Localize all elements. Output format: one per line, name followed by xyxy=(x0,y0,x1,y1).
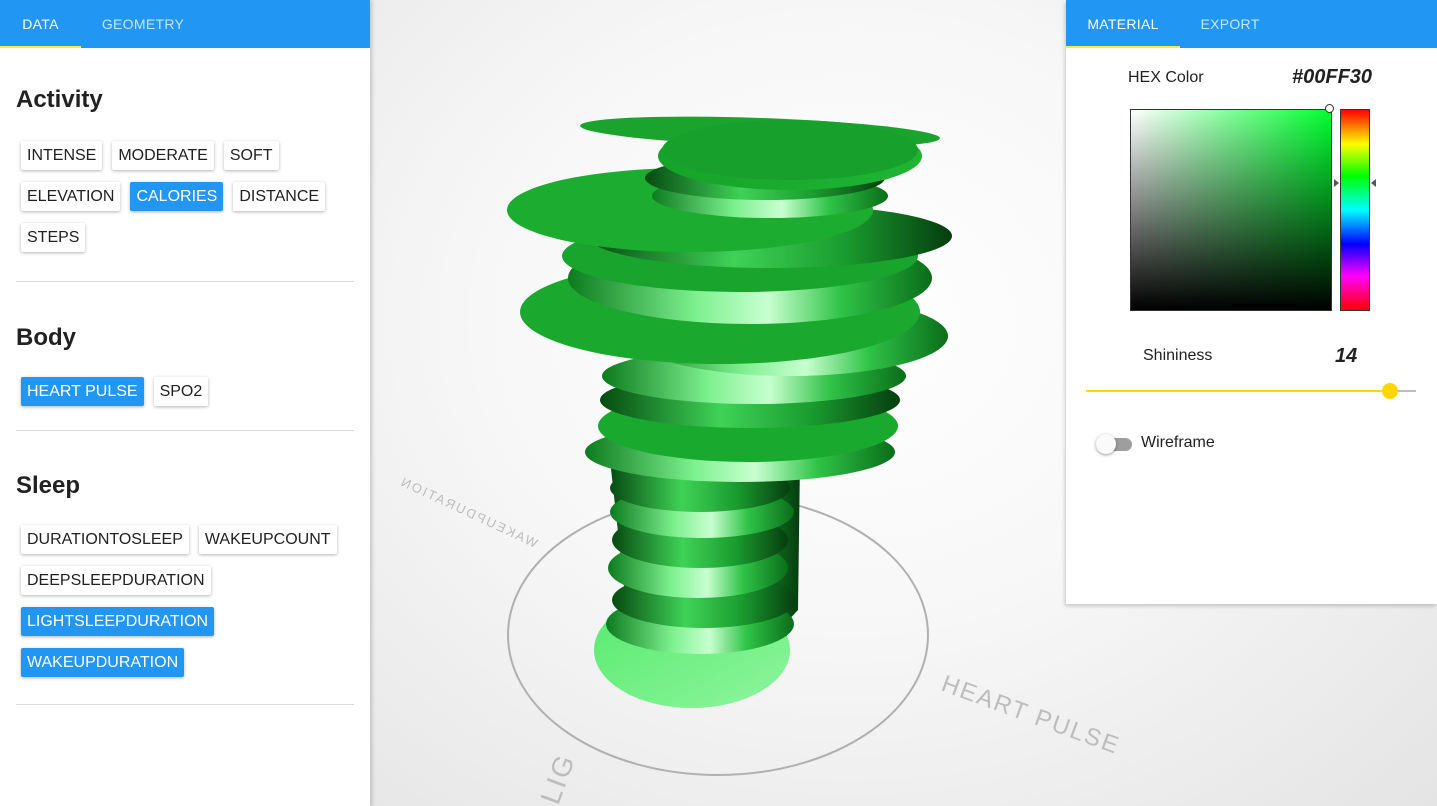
tab-material[interactable]: MATERIAL xyxy=(1066,0,1180,48)
chip-wakeupduration[interactable]: WAKEUPDURATION xyxy=(21,648,185,677)
wireframe-toggle-knob xyxy=(1096,434,1116,454)
model-disc xyxy=(662,120,918,180)
axis-label-lig: LIG xyxy=(535,749,582,806)
hue-marker-right-icon xyxy=(1371,179,1376,187)
body-heading: Body xyxy=(16,324,76,351)
chip-moderate[interactable]: MODERATE xyxy=(112,141,214,170)
sleep-chips: DURATIONTOSLEEP WAKEUPCOUNT DEEPSLEEPDURAT… xyxy=(16,525,354,689)
body-chips: HEART PULSE SPO2 xyxy=(16,377,354,418)
tab-geometry[interactable]: GEOMETRY xyxy=(81,0,205,48)
hex-color-label: HEX Color xyxy=(1128,69,1204,86)
chip-soft[interactable]: SOFT xyxy=(223,141,279,170)
material-panel: MATERIAL EXPORT HEX Color #00FF30 Shinin… xyxy=(1066,0,1437,604)
chip-lightsleepduration[interactable]: LIGHTSLEEPDURATION xyxy=(21,607,215,636)
chip-calories[interactable]: CALORIES xyxy=(130,182,224,211)
saturation-value-picker[interactable] xyxy=(1130,109,1332,311)
chip-deepsleepduration[interactable]: DEEPSLEEPDURATION xyxy=(21,566,211,595)
shininess-slider[interactable] xyxy=(1086,383,1416,399)
sleep-section: Sleep DURATIONTOSLEEP WAKEUPCOUNT DEEPSLEE… xyxy=(0,431,370,689)
activity-chips: INTENSE MODERATE SOFT ELEVATION CALORIES DIST… xyxy=(16,141,354,264)
axis-label-heart-pulse: HEART PULSE xyxy=(938,670,1124,760)
shininess-slider-fill xyxy=(1086,390,1390,392)
hex-color-value[interactable]: #00FF30 xyxy=(1292,66,1372,89)
color-picker-cursor[interactable] xyxy=(1325,104,1334,113)
wireframe-toggle[interactable] xyxy=(1096,434,1132,454)
shininess-label: Shininess xyxy=(1143,347,1213,364)
chip-durationtosleep[interactable]: DURATIONTOSLEEP xyxy=(21,525,189,554)
wireframe-label: Wireframe xyxy=(1141,434,1215,451)
divider xyxy=(16,704,354,705)
hue-marker-left-icon xyxy=(1334,179,1339,187)
sleep-heading: Sleep xyxy=(16,472,81,499)
activity-heading: Activity xyxy=(16,86,103,113)
hue-slider[interactable] xyxy=(1340,109,1370,311)
chip-intense[interactable]: INTENSE xyxy=(21,141,103,170)
tab-export[interactable]: EXPORT xyxy=(1180,0,1280,48)
chip-spo2[interactable]: SPO2 xyxy=(153,377,209,406)
chip-steps[interactable]: STEPS xyxy=(21,223,86,252)
axis-label-wakeupduration: WAKEUPDURATION xyxy=(397,473,540,550)
left-tabbar: DATA GEOMETRY xyxy=(0,0,370,48)
chip-elevation[interactable]: ELEVATION xyxy=(21,182,121,211)
activity-section: Activity INTENSE MODERATE SOFT ELEVATION CAL… xyxy=(0,48,370,264)
chip-heart-pulse[interactable]: HEART PULSE xyxy=(21,377,144,406)
chip-distance[interactable]: DISTANCE xyxy=(233,182,326,211)
shininess-slider-thumb[interactable] xyxy=(1381,383,1398,399)
data-panel: DATA GEOMETRY Activity INTENSE MODERATE SO… xyxy=(0,0,370,806)
right-tabbar: MATERIAL EXPORT xyxy=(1066,0,1437,48)
body-section: Body HEART PULSE SPO2 xyxy=(0,282,370,418)
shininess-value: 14 xyxy=(1335,345,1358,367)
chip-wakeupcount[interactable]: WAKEUPCOUNT xyxy=(198,525,337,554)
tab-data[interactable]: DATA xyxy=(0,0,81,48)
